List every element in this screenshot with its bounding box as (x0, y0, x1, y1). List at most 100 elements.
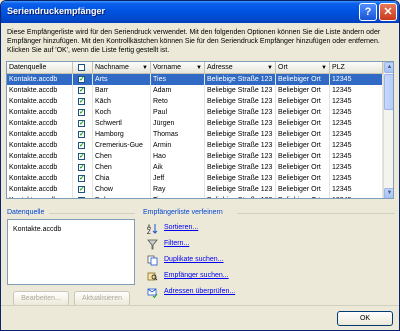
scroll-down-icon[interactable]: ▼ (384, 188, 393, 198)
cell-checkbox[interactable]: ✓ (73, 140, 93, 151)
cell-vorname: Ties (151, 74, 205, 85)
cell-plz: 12345 (330, 96, 383, 107)
cell-vorname: Ray (151, 184, 205, 195)
cell-ort: Beliebiger Ort (276, 74, 330, 85)
cell-datenquelle: Kontakte.accdb (7, 85, 73, 96)
cell-checkbox[interactable]: ✓ (73, 151, 93, 162)
include-checkbox[interactable]: ✓ (78, 76, 85, 83)
datasource-section-label: Datenquelle (7, 209, 45, 216)
table-row[interactable]: Kontakte.accdb ✓ Chen Hao Beliebige Straße 1… (7, 151, 383, 162)
cell-datenquelle: Kontakte.accdb (7, 140, 73, 151)
cell-nachname: Daly (93, 195, 151, 198)
link-label[interactable]: Sortieren... (164, 224, 198, 231)
cell-vorname: Hao (151, 151, 205, 162)
recipient-table[interactable]: Datenquelle Nachname ▼ Vorname ▼ Adresse… (6, 61, 394, 199)
column-ort[interactable]: Ort ▼ (276, 62, 330, 74)
column-datenquelle[interactable]: Datenquelle (7, 62, 73, 74)
cell-datenquelle: Kontakte.accdb (7, 184, 73, 195)
link-label[interactable]: Duplikate suchen... (164, 256, 224, 263)
include-checkbox[interactable]: ✓ (78, 98, 85, 105)
include-checkbox[interactable]: ✓ (78, 87, 85, 94)
table-row[interactable]: Kontakte.accdb ✓ DalyTimBeliebige Straße 1… (7, 195, 383, 198)
cell-checkbox[interactable]: ✓ (73, 184, 93, 195)
sort-dropdown-icon[interactable]: ▼ (321, 62, 327, 74)
column-plz[interactable]: PLZ (330, 62, 383, 74)
table-row[interactable]: Kontakte.accdb ✓ Arts Ties Beliebige Straße … (7, 74, 383, 85)
cell-checkbox[interactable]: ✓ (73, 96, 93, 107)
cell-datenquelle: Kontakte.accdb (7, 96, 73, 107)
cell-plz: 12345 (330, 195, 383, 198)
cell-checkbox[interactable]: ✓ (73, 195, 93, 198)
table-row[interactable]: Kontakte.accdb ✓ Chow Ray Beliebige Straße 1… (7, 184, 383, 195)
column-nachname[interactable]: Nachname ▼ (93, 62, 151, 74)
datasource-list[interactable]: Kontakte.accdb (7, 219, 135, 285)
vertical-scrollbar[interactable]: ▲ ▼ (383, 62, 393, 198)
cell-plz: 12345 (330, 129, 383, 140)
cell-plz: 12345 (330, 107, 383, 118)
refresh-button[interactable]: Aktualisieren (74, 291, 130, 306)
column-vorname[interactable]: Vorname ▼ (151, 62, 205, 74)
table-row[interactable]: Kontakte.accdb ✓ Schwertl Jürgen Beliebige S… (7, 118, 383, 129)
include-checkbox[interactable]: ✓ (78, 153, 85, 160)
sort-dropdown-icon[interactable]: ▼ (267, 62, 273, 74)
cell-ort: Beliebiger Ort (276, 118, 330, 129)
cell-checkbox[interactable]: ✓ (73, 107, 93, 118)
column-adresse[interactable]: Adresse ▼ (205, 62, 276, 74)
include-checkbox[interactable]: ✓ (78, 164, 85, 171)
cell-vorname: Paul (151, 107, 205, 118)
scroll-up-icon[interactable]: ▲ (384, 62, 393, 73)
cell-plz: 12345 (330, 184, 383, 195)
cell-ort: Beliebiger Ort (276, 96, 330, 107)
edit-button[interactable]: Bearbeiten... (13, 291, 69, 306)
datasource-item[interactable]: Kontakte.accdb (13, 226, 61, 233)
cell-adresse: Beliebige Straße 123 (205, 107, 276, 118)
cell-nachname: Chia (93, 173, 151, 184)
cell-ort: Beliebiger Ort (276, 107, 330, 118)
table-row[interactable]: Kontakte.accdb ✓ Chia Jeff Beliebige Straße … (7, 173, 383, 184)
cell-checkbox[interactable]: ✓ (73, 129, 93, 140)
column-header-label: Ort (278, 64, 288, 71)
sort-dropdown-icon[interactable]: ▼ (142, 62, 148, 74)
cell-ort: Beliebiger Ort (276, 151, 330, 162)
link-label[interactable]: Adressen überprüfen... (164, 288, 235, 295)
link-label[interactable]: Empfänger suchen... (164, 272, 229, 279)
column-header-label: Nachname (95, 64, 129, 71)
cell-adresse: Beliebige Straße 123 (205, 140, 276, 151)
cell-plz: 12345 (330, 74, 383, 85)
cell-checkbox[interactable]: ✓ (73, 74, 93, 85)
cell-adresse: Beliebige Straße 123 (205, 173, 276, 184)
table-row[interactable]: Kontakte.accdb ✓ Cremerius-Gue Armin Beliebi… (7, 140, 383, 151)
ok-button[interactable]: OK (337, 311, 393, 326)
column-checkbox[interactable] (73, 62, 93, 74)
cell-vorname: Tim (151, 195, 205, 198)
include-checkbox[interactable]: ✓ (78, 131, 85, 138)
include-checkbox[interactable]: ✓ (78, 175, 85, 182)
link-label[interactable]: Filtern... (164, 240, 189, 247)
scroll-thumb[interactable] (384, 74, 393, 110)
cell-checkbox[interactable]: ✓ (73, 162, 93, 173)
select-all-checkbox[interactable] (78, 64, 85, 71)
cell-plz: 12345 (330, 173, 383, 184)
cell-vorname: Adam (151, 85, 205, 96)
include-checkbox[interactable]: ✓ (78, 120, 85, 127)
cell-checkbox[interactable]: ✓ (73, 85, 93, 96)
include-checkbox[interactable]: ✓ (78, 109, 85, 116)
cell-ort: Beliebiger Ort (276, 184, 330, 195)
table-row[interactable]: Kontakte.accdb ✓ Barr Adam Beliebige Straße … (7, 85, 383, 96)
include-checkbox[interactable]: ✓ (78, 197, 85, 198)
title-bar[interactable]: Seriendruckempfänger ? ✕ (1, 1, 399, 23)
table-row[interactable]: Kontakte.accdb ✓ Hamborg Thomas Beliebige St… (7, 129, 383, 140)
include-checkbox[interactable]: ✓ (78, 142, 85, 149)
include-checkbox[interactable]: ✓ (78, 186, 85, 193)
help-button[interactable]: ? (359, 3, 377, 21)
svg-text:Z: Z (147, 230, 151, 234)
table-row[interactable]: Kontakte.accdb ✓ Koch Paul Beliebige Straße … (7, 107, 383, 118)
close-button[interactable]: ✕ (379, 3, 397, 21)
table-row[interactable]: Kontakte.accdb ✓ Chen Aik Beliebige Straße 1… (7, 162, 383, 173)
cell-checkbox[interactable]: ✓ (73, 118, 93, 129)
table-row[interactable]: Kontakte.accdb ✓ Kāch Reto Beliebige Straße … (7, 96, 383, 107)
sort-dropdown-icon[interactable]: ▼ (196, 62, 202, 74)
cell-vorname: Armin (151, 140, 205, 151)
cell-vorname: Aik (151, 162, 205, 173)
cell-checkbox[interactable]: ✓ (73, 173, 93, 184)
